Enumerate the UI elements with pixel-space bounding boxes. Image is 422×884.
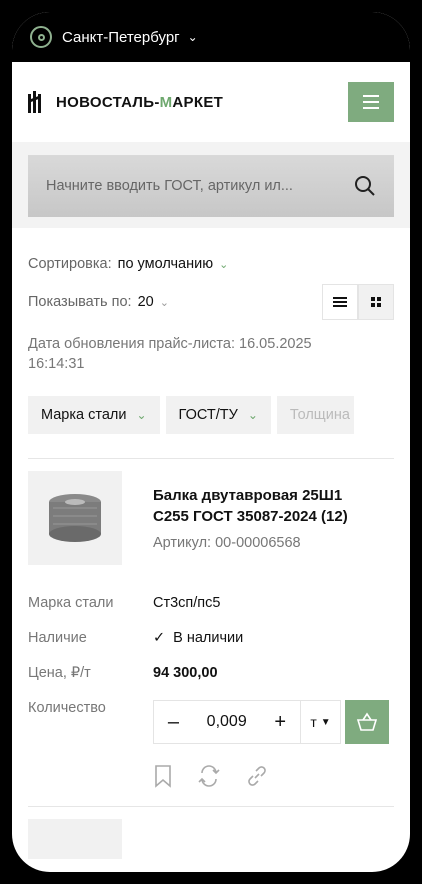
availability-status: ✓ В наличии xyxy=(153,630,243,646)
caret-down-icon: ▼ xyxy=(320,716,331,728)
price-date-line1: Дата обновления прайс-листа: 16.05.2025 xyxy=(28,336,312,352)
sort-control[interactable]: Сортировка: по умолчанию ⌄ xyxy=(28,256,394,272)
product-sku: Артикул: 00-00006568 xyxy=(153,535,301,551)
city-selector[interactable]: Санкт-Петербург ⌄ xyxy=(12,12,410,62)
city-name: Санкт-Петербург xyxy=(62,28,180,46)
spec-grade: Марка стали Ст3сп/пс5 xyxy=(28,595,394,611)
price-value: 94 300,00 xyxy=(153,665,218,681)
availability-text: В наличии xyxy=(173,630,244,646)
spec-availability: Наличие ✓ В наличии xyxy=(28,630,394,646)
phone-frame: Санкт-Петербург ⌄ НОВОСТАЛЬ- М АРКЕТ Начни… xyxy=(0,0,422,884)
per-page-row: Показывать по: 20 ⌄ xyxy=(28,284,394,320)
chevron-down-icon: ⌄ xyxy=(159,296,169,309)
product-title[interactable]: Балка двутавровая 25Ш1 С255 ГОСТ 35087-2… xyxy=(153,485,348,527)
search-area: Начните вводить ГОСТ, артикул ил... xyxy=(12,142,410,228)
list-view-button[interactable] xyxy=(322,284,358,320)
filter-gost[interactable]: ГОСТ/ТУ ⌄ xyxy=(165,396,271,434)
logo-text-1: НОВОСТАЛЬ- xyxy=(56,93,160,111)
chevron-down-icon: ⌄ xyxy=(136,408,147,422)
filter-steel-grade[interactable]: Марка стали ⌄ xyxy=(28,396,160,434)
divider xyxy=(28,806,394,807)
basket-icon xyxy=(356,712,378,731)
bookmark-icon[interactable] xyxy=(153,764,173,788)
unit-value: т xyxy=(310,714,317,730)
per-page-control[interactable]: Показывать по: 20 ⌄ xyxy=(28,294,169,310)
quantity-input[interactable]: 0,009 xyxy=(207,713,247,731)
spec-label: Марка стали xyxy=(28,595,114,611)
search-input[interactable]: Начните вводить ГОСТ, артикул ил... xyxy=(28,155,394,217)
search-placeholder: Начните вводить ГОСТ, артикул ил... xyxy=(46,178,293,194)
sort-label: Сортировка: xyxy=(28,256,112,272)
view-toggle xyxy=(322,284,394,320)
logo-text-accent: М xyxy=(159,93,173,111)
per-page-label: Показывать по: xyxy=(28,294,132,310)
product-actions xyxy=(153,764,394,788)
filter-label: ГОСТ/ТУ xyxy=(178,407,238,423)
sort-value: по умолчанию xyxy=(117,256,214,272)
spec-quantity: Количество – 0,009 + т ▼ xyxy=(28,700,394,744)
per-page-value: 20 xyxy=(137,294,154,310)
next-product-image[interactable] xyxy=(28,819,122,859)
screen: Санкт-Петербург ⌄ НОВОСТАЛЬ- М АРКЕТ Начни… xyxy=(12,12,410,872)
header: НОВОСТАЛЬ- М АРКЕТ xyxy=(12,62,410,142)
increment-button[interactable]: + xyxy=(274,711,286,734)
divider xyxy=(28,458,394,459)
spec-value: Ст3сп/пс5 xyxy=(153,595,221,611)
list-icon xyxy=(333,297,347,307)
search-icon[interactable] xyxy=(354,175,376,197)
price-update-date: Дата обновления прайс-листа: 16.05.2025 … xyxy=(28,334,394,374)
compare-icon[interactable] xyxy=(197,764,221,788)
location-pin-icon xyxy=(30,26,52,48)
menu-button[interactable] xyxy=(348,82,394,122)
filter-label: Толщина xyxy=(289,407,350,423)
product-title-line1: Балка двутавровая 25Ш1 xyxy=(153,487,343,504)
quantity-stepper: – 0,009 + xyxy=(153,700,301,744)
menu-icon xyxy=(363,95,379,97)
wire-coil-image xyxy=(49,494,101,542)
logo-mark-icon xyxy=(28,91,41,113)
chevron-down-icon: ⌄ xyxy=(247,408,258,422)
logo[interactable]: НОВОСТАЛЬ- М АРКЕТ xyxy=(28,91,223,113)
filter-label: Марка стали xyxy=(41,407,127,423)
spec-label: Цена, ₽/т xyxy=(28,665,91,681)
unit-select[interactable]: т ▼ xyxy=(301,700,341,744)
spec-label: Наличие xyxy=(28,630,87,646)
chevron-down-icon: ⌄ xyxy=(187,30,198,44)
product-title-line2: С255 ГОСТ 35087-2024 (12) xyxy=(153,508,348,525)
filter-thickness[interactable]: Толщина xyxy=(276,396,354,434)
grid-view-button[interactable] xyxy=(358,284,394,320)
filter-bar: Марка стали ⌄ ГОСТ/ТУ ⌄ Толщина xyxy=(28,396,394,434)
checkmark-icon: ✓ xyxy=(153,630,166,646)
product-image[interactable] xyxy=(28,471,122,565)
logo-text-2: АРКЕТ xyxy=(172,93,224,111)
grid-icon xyxy=(371,297,381,307)
spec-label: Количество xyxy=(28,700,106,716)
product-card: Балка двутавровая 25Ш1 С255 ГОСТ 35087-2… xyxy=(28,471,394,565)
spec-price: Цена, ₽/т 94 300,00 xyxy=(28,665,394,681)
link-icon[interactable] xyxy=(245,764,269,788)
add-to-cart-button[interactable] xyxy=(345,700,389,744)
price-date-line2: 16:14:31 xyxy=(28,356,85,372)
chevron-down-icon: ⌄ xyxy=(219,258,229,271)
decrement-button[interactable]: – xyxy=(168,711,179,734)
